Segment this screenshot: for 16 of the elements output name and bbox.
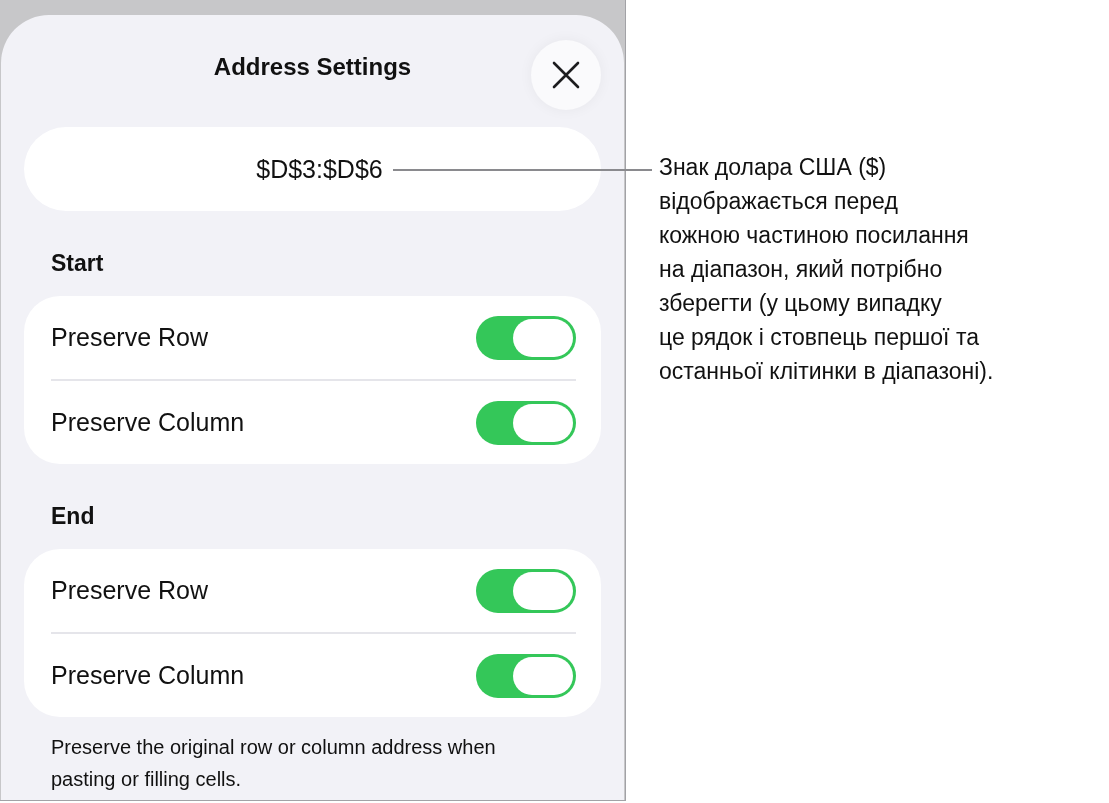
toggle-switch[interactable]	[476, 653, 576, 698]
address-field[interactable]: $D$3:$D$6	[24, 127, 601, 211]
section-header: Start	[51, 249, 105, 278]
toggle-switch[interactable]	[476, 400, 576, 445]
close-icon	[552, 61, 580, 89]
footer-note: Preserve the original row or column address when pasting or filling cells.	[51, 735, 497, 792]
toggle-switch[interactable]	[476, 568, 576, 613]
row-label: Preserve Row	[51, 323, 208, 352]
row-label: Preserve Column	[51, 408, 245, 437]
row-label: Preserve Column	[51, 661, 245, 690]
row-label: Preserve Row	[51, 576, 208, 605]
callout-text: Знак долара США ($) відображається перед кожною частиною посилання на діапазон, який потрібно зберегти (у цьому випадку це рядок і стовпець першої та останньої клітинки в діапазоні).	[659, 153, 994, 386]
sheet-title: Address Settings	[213, 53, 412, 81]
address-value: $D$3:$D$6	[256, 154, 383, 184]
section-header: End	[51, 502, 96, 531]
toggle-switch[interactable]	[476, 315, 576, 360]
